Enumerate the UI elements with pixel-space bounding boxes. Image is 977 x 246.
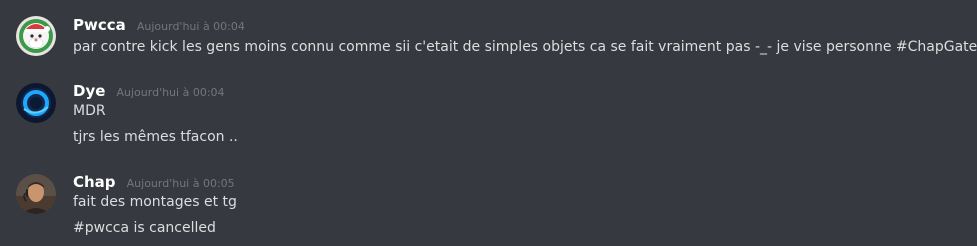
username[interactable]: Chap xyxy=(73,173,116,191)
avatar[interactable] xyxy=(16,83,56,123)
avatar[interactable] xyxy=(16,174,56,214)
message-header: Chap Aujourd'hui à 00:05 xyxy=(73,172,235,192)
username[interactable]: Pwcca xyxy=(73,16,126,34)
message-header: Dye Aujourd'hui à 00:04 xyxy=(73,81,225,101)
blue-ring-icon xyxy=(16,83,56,123)
santa-face-icon xyxy=(16,16,56,56)
message-text: tjrs les mêmes tfacon .. xyxy=(73,129,238,145)
timestamp: Aujourd'hui à 00:04 xyxy=(136,20,245,33)
message-group-pwcca: Pwcca Aujourd'hui à 00:04 par contre kic… xyxy=(0,15,977,65)
message-text: fait des montages et tg xyxy=(73,194,237,210)
message-text: par contre kick les gens moins connu com… xyxy=(73,39,977,55)
message-group-chap: Chap Aujourd'hui à 00:05 fait des montag… xyxy=(0,172,977,242)
timestamp: Aujourd'hui à 00:04 xyxy=(116,86,225,99)
username[interactable]: Dye xyxy=(73,82,105,100)
person-photo-icon xyxy=(16,174,56,214)
avatar[interactable] xyxy=(16,16,56,56)
chat-messages: Pwcca Aujourd'hui à 00:04 par contre kic… xyxy=(0,0,977,246)
timestamp: Aujourd'hui à 00:05 xyxy=(126,177,235,190)
message-text: #pwcca is cancelled xyxy=(73,220,216,236)
message-group-dye: Dye Aujourd'hui à 00:04 MDR tjrs les mêm… xyxy=(0,81,977,153)
message-text: MDR xyxy=(73,103,106,119)
message-header: Pwcca Aujourd'hui à 00:04 xyxy=(73,15,245,35)
